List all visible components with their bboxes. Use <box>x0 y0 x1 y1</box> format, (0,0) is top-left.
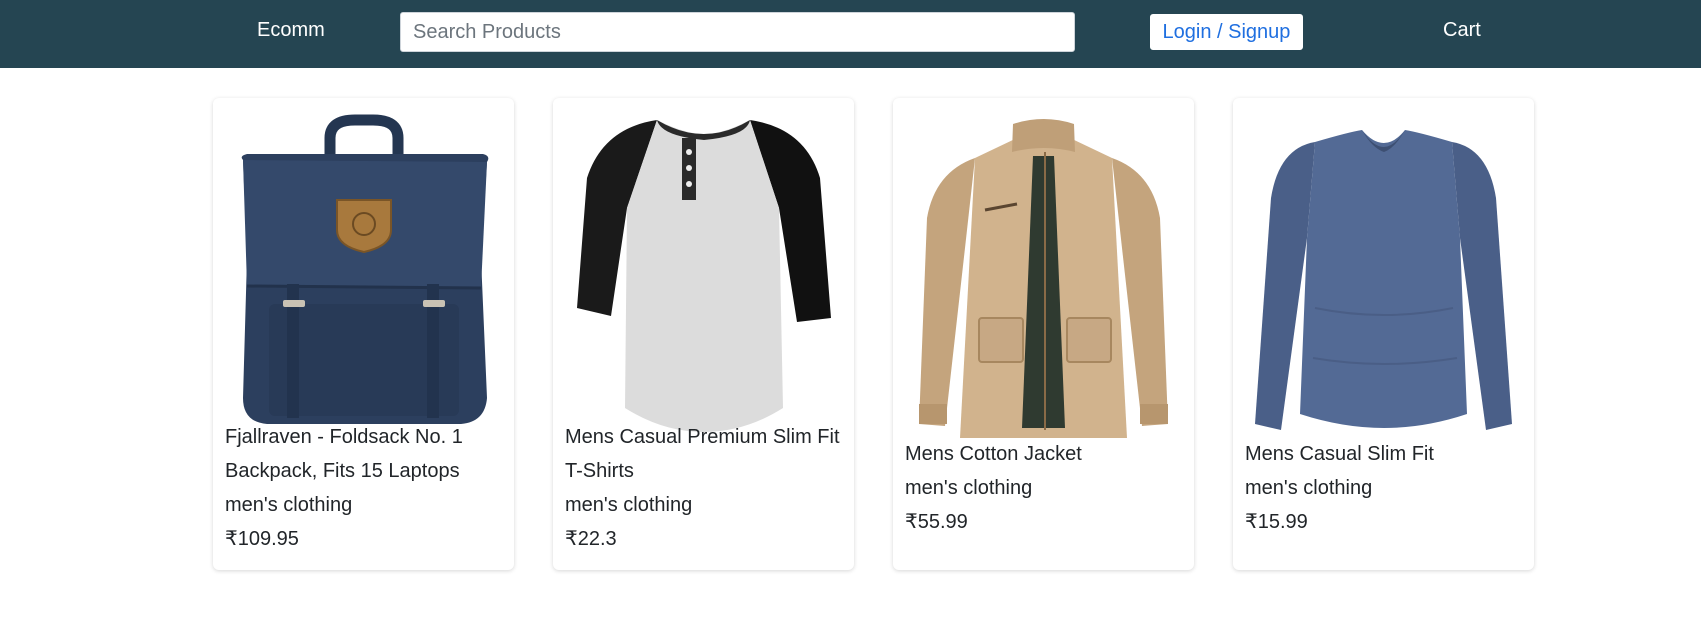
product-title: Mens Cotton Jacket <box>905 443 1082 465</box>
raglan-tshirt-image <box>577 120 831 432</box>
product-info: Mens Casual Slim Fit men's clothing ₹15.… <box>1245 437 1524 539</box>
product-info: Mens Casual Premium Slim Fit T-Shirts me… <box>565 420 844 556</box>
product-grid: Fjallraven - Foldsack No. 1 Backpack, Fi… <box>213 98 1535 570</box>
product-category: men's clothing <box>225 494 353 516</box>
backpack-image <box>241 114 489 424</box>
product-price: ₹15.99 <box>1245 511 1308 533</box>
product-title: Fjallraven - Foldsack No. 1 Backpack, Fi… <box>225 426 463 482</box>
product-price: ₹109.95 <box>225 528 299 550</box>
navbar: Ecomm Login / Signup Cart <box>0 0 1701 68</box>
product-category: men's clothing <box>565 494 693 516</box>
product-category: men's clothing <box>1245 477 1373 499</box>
product-card[interactable]: Mens Casual Premium Slim Fit T-Shirts me… <box>553 98 854 570</box>
product-price: ₹55.99 <box>905 511 968 533</box>
cart-link[interactable]: Cart <box>1443 19 1481 41</box>
product-category: men's clothing <box>905 477 1033 499</box>
product-price: ₹22.3 <box>565 528 617 550</box>
brand-link[interactable]: Ecomm <box>257 19 325 41</box>
login-signup-button[interactable]: Login / Signup <box>1150 14 1303 50</box>
product-title: Mens Casual Premium Slim Fit T-Shirts <box>565 426 840 482</box>
cotton-jacket-image <box>919 119 1168 438</box>
product-info: Mens Cotton Jacket men's clothing ₹55.99 <box>905 437 1184 539</box>
product-card[interactable]: Mens Cotton Jacket men's clothing ₹55.99 <box>893 98 1194 570</box>
product-info: Fjallraven - Foldsack No. 1 Backpack, Fi… <box>225 420 504 556</box>
search-input[interactable] <box>400 12 1075 52</box>
product-card[interactable]: Mens Casual Slim Fit men's clothing ₹15.… <box>1233 98 1534 570</box>
product-card[interactable]: Fjallraven - Foldsack No. 1 Backpack, Fi… <box>213 98 514 570</box>
product-title: Mens Casual Slim Fit <box>1245 443 1434 465</box>
long-sleeve-shirt-image <box>1255 130 1512 430</box>
